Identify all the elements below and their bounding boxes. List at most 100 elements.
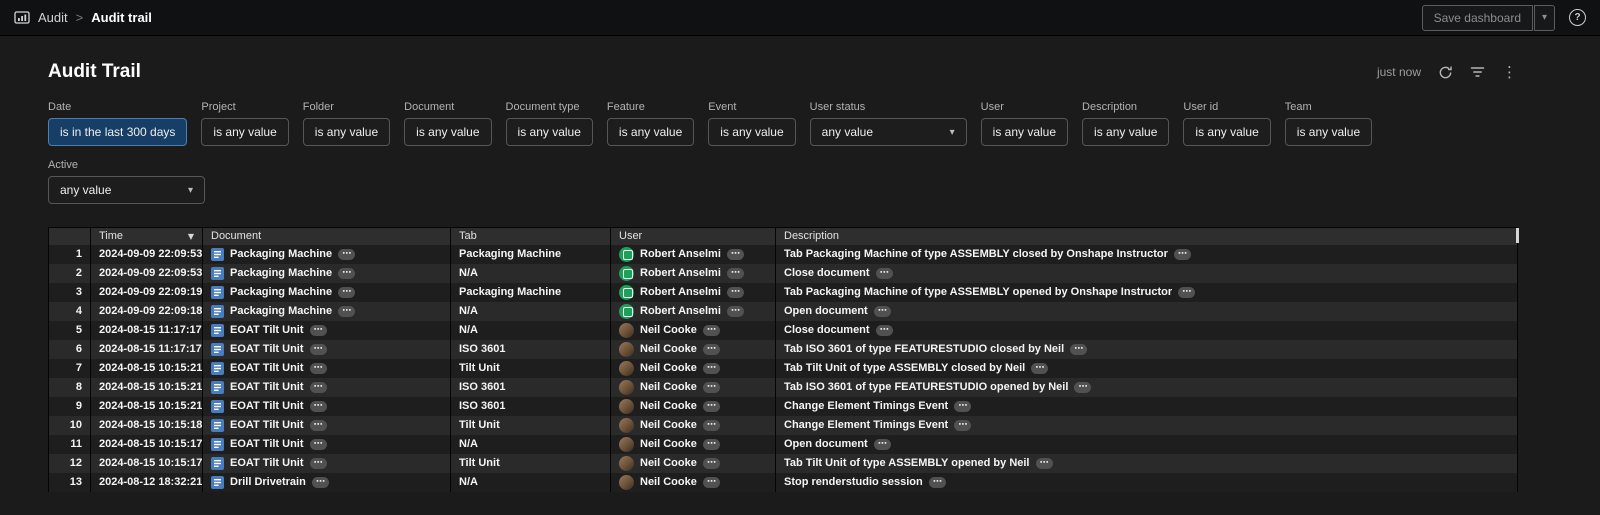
table-row[interactable]: 5 2024-08-15 11:17:17 EOAT Tilt Unit ⋯ N…	[49, 321, 1518, 340]
ellipsis-button[interactable]: ⋯	[876, 325, 893, 336]
ellipsis-button[interactable]: ⋯	[338, 268, 355, 279]
ellipsis-button[interactable]: ⋯	[310, 439, 327, 450]
ellipsis-button[interactable]: ⋯	[876, 268, 893, 279]
header-time[interactable]: Time ▼	[91, 228, 203, 245]
ellipsis-button[interactable]: ⋯	[954, 420, 971, 431]
sort-descending-icon[interactable]: ▼	[188, 232, 194, 241]
ellipsis-button[interactable]: ⋯	[929, 477, 946, 488]
table-row[interactable]: 11 2024-08-15 10:15:17 EOAT Tilt Unit ⋯ …	[49, 435, 1518, 454]
filter-project[interactable]: is any value	[201, 118, 288, 146]
header-user[interactable]: User	[611, 228, 776, 245]
refresh-icon[interactable]	[1438, 65, 1453, 80]
user-name[interactable]: Neil Cooke	[640, 476, 697, 488]
filter-user-id[interactable]: is any value	[1183, 118, 1270, 146]
user-name[interactable]: Neil Cooke	[640, 381, 697, 393]
table-row[interactable]: 1 2024-09-09 22:09:53 Packaging Machine …	[49, 245, 1518, 264]
user-name[interactable]: Robert Anselmi	[640, 248, 721, 260]
document-name[interactable]: Packaging Machine	[230, 248, 332, 260]
ellipsis-button[interactable]: ⋯	[874, 439, 891, 450]
ellipsis-button[interactable]: ⋯	[703, 477, 720, 488]
filter-feature[interactable]: is any value	[607, 118, 694, 146]
header-tab[interactable]: Tab	[451, 228, 611, 245]
document-name[interactable]: EOAT Tilt Unit	[230, 343, 304, 355]
filter-date[interactable]: is in the last 300 days	[48, 118, 187, 146]
ellipsis-button[interactable]: ⋯	[703, 382, 720, 393]
document-name[interactable]: EOAT Tilt Unit	[230, 438, 304, 450]
help-icon[interactable]: ?	[1569, 9, 1586, 26]
user-name[interactable]: Neil Cooke	[640, 362, 697, 374]
ellipsis-button[interactable]: ⋯	[312, 477, 329, 488]
ellipsis-button[interactable]: ⋯	[310, 420, 327, 431]
table-row[interactable]: 10 2024-08-15 10:15:18 EOAT Tilt Unit ⋯ …	[49, 416, 1518, 435]
kebab-menu-icon[interactable]: ⋮	[1502, 63, 1517, 81]
document-name[interactable]: Packaging Machine	[230, 305, 332, 317]
ellipsis-button[interactable]: ⋯	[727, 268, 744, 279]
ellipsis-button[interactable]: ⋯	[703, 420, 720, 431]
ellipsis-button[interactable]: ⋯	[727, 287, 744, 298]
filter-active[interactable]: any value ▾	[48, 176, 205, 204]
user-name[interactable]: Robert Anselmi	[640, 286, 721, 298]
table-row[interactable]: 9 2024-08-15 10:15:21 EOAT Tilt Unit ⋯ I…	[49, 397, 1518, 416]
ellipsis-button[interactable]: ⋯	[703, 363, 720, 374]
ellipsis-button[interactable]: ⋯	[310, 401, 327, 412]
document-name[interactable]: EOAT Tilt Unit	[230, 381, 304, 393]
save-dashboard-caret-button[interactable]: ▾	[1534, 5, 1555, 31]
ellipsis-button[interactable]: ⋯	[1036, 458, 1053, 469]
ellipsis-button[interactable]: ⋯	[703, 458, 720, 469]
ellipsis-button[interactable]: ⋯	[1174, 249, 1191, 260]
ellipsis-button[interactable]: ⋯	[1178, 287, 1195, 298]
user-name[interactable]: Neil Cooke	[640, 324, 697, 336]
table-row[interactable]: 7 2024-08-15 10:15:21 EOAT Tilt Unit ⋯ T…	[49, 359, 1518, 378]
ellipsis-button[interactable]: ⋯	[703, 439, 720, 450]
user-name[interactable]: Neil Cooke	[640, 457, 697, 469]
filter-folder[interactable]: is any value	[303, 118, 390, 146]
header-description[interactable]: Description	[776, 228, 1518, 245]
filter-document-type[interactable]: is any value	[506, 118, 593, 146]
table-row[interactable]: 13 2024-08-12 18:32:21 Drill Drivetrain …	[49, 473, 1518, 492]
save-dashboard-button[interactable]: Save dashboard	[1422, 5, 1533, 31]
ellipsis-button[interactable]: ⋯	[310, 325, 327, 336]
ellipsis-button[interactable]: ⋯	[703, 344, 720, 355]
ellipsis-button[interactable]: ⋯	[1031, 363, 1048, 374]
ellipsis-button[interactable]: ⋯	[338, 249, 355, 260]
table-row[interactable]: 3 2024-09-09 22:09:19 Packaging Machine …	[49, 283, 1518, 302]
ellipsis-button[interactable]: ⋯	[1074, 382, 1091, 393]
ellipsis-button[interactable]: ⋯	[727, 249, 744, 260]
document-name[interactable]: Drill Drivetrain	[230, 476, 306, 488]
filter-document[interactable]: is any value	[404, 118, 491, 146]
ellipsis-button[interactable]: ⋯	[310, 382, 327, 393]
user-name[interactable]: Neil Cooke	[640, 419, 697, 431]
ellipsis-button[interactable]: ⋯	[310, 363, 327, 374]
user-name[interactable]: Robert Anselmi	[640, 267, 721, 279]
document-name[interactable]: EOAT Tilt Unit	[230, 457, 304, 469]
filter-user[interactable]: is any value	[981, 118, 1068, 146]
user-name[interactable]: Neil Cooke	[640, 343, 697, 355]
filter-toggle-icon[interactable]	[1470, 65, 1485, 79]
ellipsis-button[interactable]: ⋯	[954, 401, 971, 412]
filter-description[interactable]: is any value	[1082, 118, 1169, 146]
document-name[interactable]: Packaging Machine	[230, 286, 332, 298]
filter-team[interactable]: is any value	[1285, 118, 1372, 146]
ellipsis-button[interactable]: ⋯	[310, 344, 327, 355]
user-name[interactable]: Robert Anselmi	[640, 305, 721, 317]
table-row[interactable]: 8 2024-08-15 10:15:21 EOAT Tilt Unit ⋯ I…	[49, 378, 1518, 397]
breadcrumb-audit[interactable]: Audit	[38, 10, 68, 25]
table-row[interactable]: 12 2024-08-15 10:15:17 EOAT Tilt Unit ⋯ …	[49, 454, 1518, 473]
filter-event[interactable]: is any value	[708, 118, 795, 146]
document-name[interactable]: EOAT Tilt Unit	[230, 362, 304, 374]
ellipsis-button[interactable]: ⋯	[338, 287, 355, 298]
document-name[interactable]: EOAT Tilt Unit	[230, 419, 304, 431]
ellipsis-button[interactable]: ⋯	[874, 306, 891, 317]
table-row[interactable]: 2 2024-09-09 22:09:53 Packaging Machine …	[49, 264, 1518, 283]
ellipsis-button[interactable]: ⋯	[727, 306, 744, 317]
ellipsis-button[interactable]: ⋯	[310, 458, 327, 469]
ellipsis-button[interactable]: ⋯	[1070, 344, 1087, 355]
document-name[interactable]: EOAT Tilt Unit	[230, 400, 304, 412]
filter-user-status[interactable]: any value ▾	[810, 118, 967, 146]
table-row[interactable]: 4 2024-09-09 22:09:18 Packaging Machine …	[49, 302, 1518, 321]
header-document[interactable]: Document	[203, 228, 451, 245]
user-name[interactable]: Neil Cooke	[640, 438, 697, 450]
ellipsis-button[interactable]: ⋯	[703, 325, 720, 336]
vertical-scrollbar[interactable]	[1516, 228, 1519, 243]
ellipsis-button[interactable]: ⋯	[703, 401, 720, 412]
